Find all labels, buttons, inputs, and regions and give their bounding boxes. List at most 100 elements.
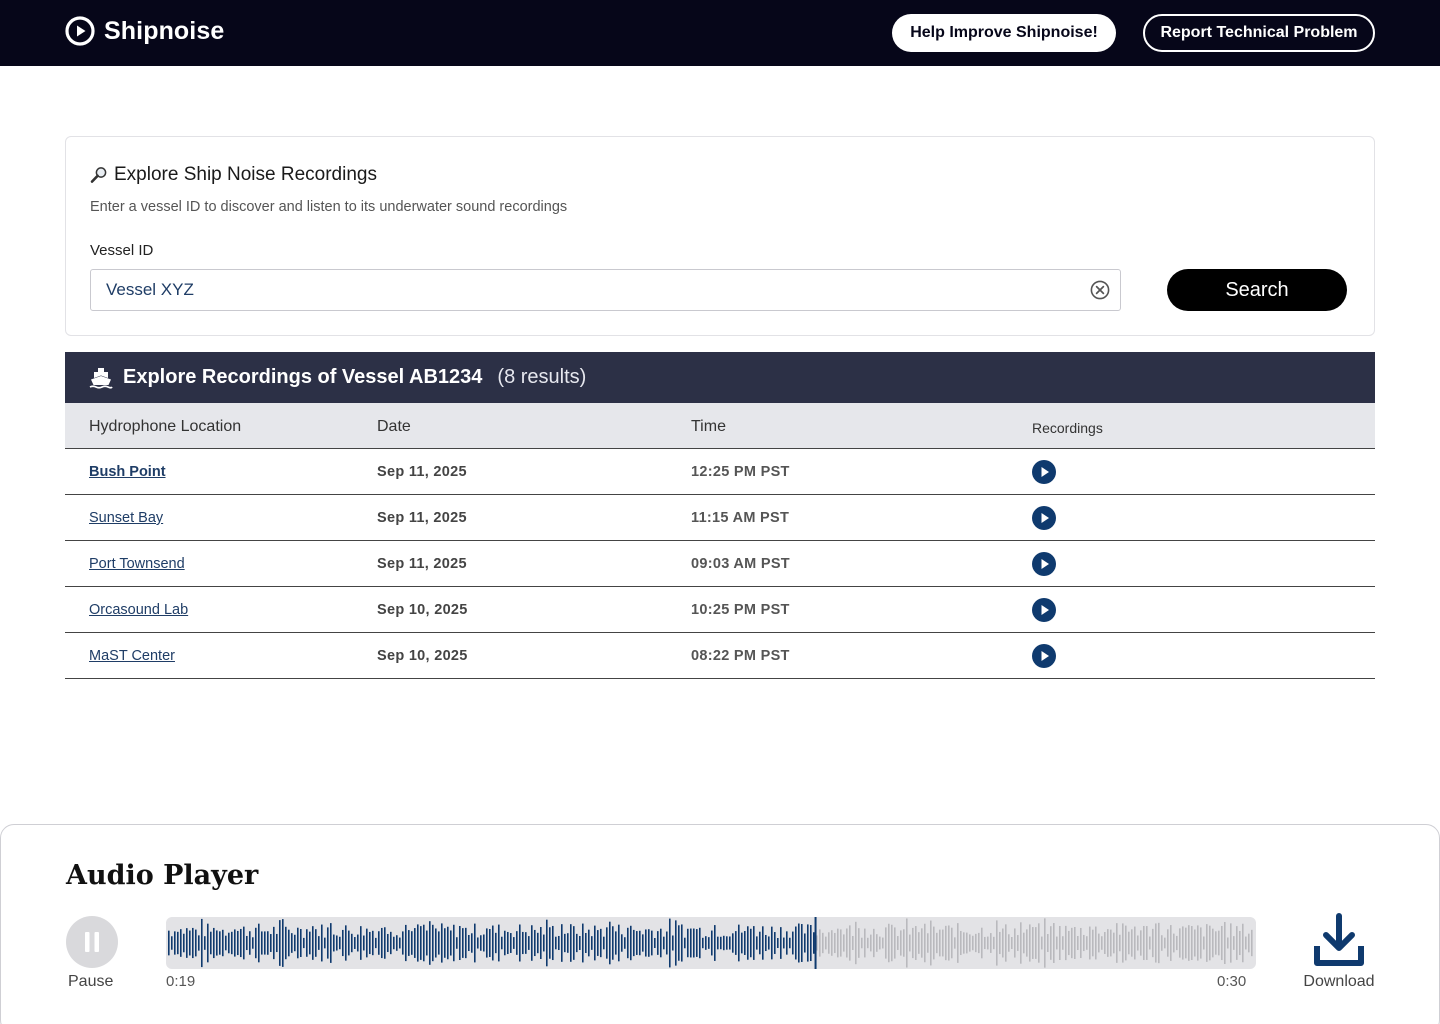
waveform-scrubber[interactable] [166, 917, 1256, 969]
waveform-bar [372, 930, 374, 956]
waveform-bar [648, 929, 650, 957]
search-button[interactable]: Search [1167, 269, 1347, 311]
waveform-bar [597, 930, 599, 956]
waveform-bar [357, 934, 359, 952]
time-cell: 08:22 PM PST [691, 648, 790, 664]
waveform-bar [960, 930, 962, 956]
waveform-bar [363, 935, 365, 951]
pause-icon [85, 932, 99, 952]
waveform-bar [693, 928, 695, 958]
waveform-bar [495, 932, 497, 954]
waveform-bar [570, 924, 572, 962]
waveform-bar [639, 930, 641, 956]
waveform-bar [663, 936, 665, 950]
location-link[interactable]: Orcasound Lab [89, 602, 188, 618]
waveform-bar [651, 930, 653, 956]
waveform-bar [918, 932, 920, 954]
waveform-bar [405, 924, 407, 962]
help-improve-button[interactable]: Help Improve Shipnoise! [892, 14, 1116, 52]
waveform-bar [1182, 926, 1184, 960]
waveform-bar [735, 931, 737, 955]
waveform-bar [348, 930, 350, 956]
vessel-id-input[interactable] [91, 270, 1081, 310]
waveform-bar [765, 934, 767, 952]
waveform-bar [1083, 934, 1085, 952]
waveform-bar [885, 927, 887, 959]
waveform-bar [546, 919, 548, 967]
search-title: Explore Ship Noise Recordings [114, 164, 377, 185]
waveform-bar [513, 937, 515, 949]
waveform-bar [1221, 925, 1223, 961]
waveform-bar [336, 935, 338, 951]
waveform-bar [1101, 936, 1103, 950]
waveform-bar [504, 930, 506, 956]
waveform-bar [1044, 918, 1046, 968]
location-link[interactable]: Port Townsend [89, 556, 185, 572]
waveform-bar [516, 931, 518, 955]
waveform-bar [846, 928, 848, 958]
audio-player: Audio Player Pause 0:19 0:30 Download [0, 824, 1440, 1024]
waveform-bar [897, 936, 899, 950]
date-cell: Sep 11, 2025 [377, 510, 467, 526]
play-icon[interactable] [1032, 506, 1056, 530]
play-logo-icon [65, 16, 95, 46]
waveform-bar [801, 924, 803, 962]
clear-icon[interactable] [1090, 280, 1110, 300]
waveform-bar [612, 926, 614, 960]
waveform-bar [1020, 922, 1022, 964]
ship-icon [89, 367, 113, 389]
location-link[interactable]: Bush Point [89, 464, 166, 480]
waveform-bar [576, 933, 578, 953]
waveform-bar [1065, 925, 1067, 961]
waveform-bar [378, 931, 380, 955]
waveform-bar [771, 926, 773, 960]
waveform-bar [792, 931, 794, 955]
waveform-bar [1026, 929, 1028, 957]
waveform-bar [864, 928, 866, 958]
waveform-bar [387, 933, 389, 953]
waveform-bar [810, 924, 812, 962]
waveform-bar [615, 931, 617, 955]
waveform-bar [183, 933, 185, 953]
results-title: Explore Recordings of Vessel AB1234 [123, 366, 483, 388]
waveform-bar [1122, 923, 1124, 963]
waveform-bar [261, 931, 263, 955]
waveform-bar [1137, 935, 1139, 951]
waveform-bar [201, 918, 203, 968]
waveform-bar [657, 931, 659, 955]
waveform-bar [486, 928, 488, 958]
waveform-bar [1119, 934, 1121, 952]
playhead[interactable] [814, 917, 817, 969]
location-link[interactable]: Sunset Bay [89, 510, 163, 526]
waveform-bar [1227, 937, 1229, 949]
waveform-bar [603, 936, 605, 950]
location-link[interactable]: MaST Center [89, 648, 175, 664]
play-icon[interactable] [1032, 460, 1056, 484]
brand[interactable]: Shipnoise [65, 16, 224, 46]
time-cell: 09:03 AM PST [691, 556, 790, 572]
waveform-bar [1218, 930, 1220, 956]
waveform-bar [969, 934, 971, 952]
waveform-bar [684, 937, 686, 949]
play-icon[interactable] [1032, 552, 1056, 576]
waveform-bar [1131, 929, 1133, 957]
play-icon[interactable] [1032, 644, 1056, 668]
report-problem-button[interactable]: Report Technical Problem [1143, 14, 1375, 52]
column-header-location: Hydrophone Location [89, 418, 242, 435]
waveform-bar [1152, 928, 1154, 958]
waveform-bar [1080, 927, 1082, 959]
pause-button[interactable] [66, 916, 118, 968]
waveform-bar [837, 928, 839, 958]
waveform-bar [270, 934, 272, 952]
waveform-bar [558, 935, 560, 951]
waveform-bar [690, 928, 692, 958]
download-button[interactable]: Download [1298, 913, 1380, 993]
waveform-bar [732, 933, 734, 953]
play-icon[interactable] [1032, 598, 1056, 622]
waveform-bar [654, 937, 656, 949]
waveform-bar [1167, 929, 1169, 957]
waveform-bar [777, 937, 779, 949]
search-subtitle: Enter a vessel ID to discover and listen… [90, 199, 568, 215]
waveform-bar [993, 936, 995, 950]
waveform-bar [1149, 936, 1151, 950]
